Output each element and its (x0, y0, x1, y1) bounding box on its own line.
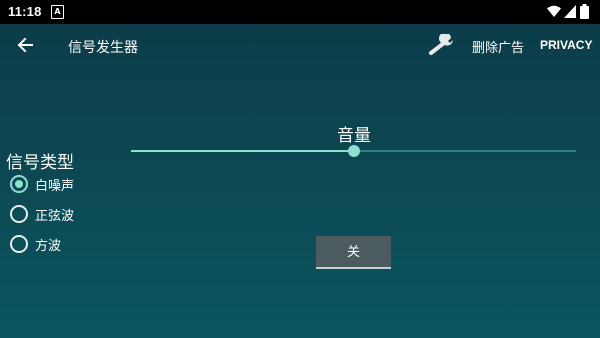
radio-label: 正弦波 (35, 209, 75, 224)
app-bar: 信号发生器 删除广告 PRIVACY (0, 24, 600, 68)
battery-icon (580, 4, 589, 23)
page-title: 信号发生器 (68, 40, 138, 56)
a-box-icon: A (51, 5, 64, 19)
signal-icon (564, 5, 576, 22)
signal-generator-screen: 11:18 A 信号发生器 删除广告 PRIVACY 音量 信号类型 白噪声 正… (0, 0, 600, 338)
signal-type-heading: 信号类型 (6, 153, 74, 173)
off-button[interactable]: 关 (316, 236, 391, 269)
volume-slider-fill (131, 150, 354, 152)
arrow-left-icon[interactable] (16, 36, 34, 58)
radio-selected-dot (15, 180, 23, 188)
status-time: 11:18 (8, 4, 42, 19)
status-bar: 11:18 A (0, 0, 600, 24)
radio-circle[interactable] (10, 235, 28, 253)
radio-circle[interactable] (10, 205, 28, 223)
privacy-button[interactable]: PRIVACY (540, 38, 592, 52)
radio-label: 白噪声 (35, 179, 75, 194)
wrench-icon[interactable] (428, 32, 456, 60)
volume-slider-thumb[interactable] (347, 145, 360, 157)
wifi-icon (547, 5, 561, 22)
radio-circle[interactable] (10, 175, 28, 193)
volume-slider[interactable] (131, 143, 576, 159)
radio-label: 方波 (35, 239, 62, 254)
remove-ads-button[interactable]: 删除广告 (472, 37, 524, 56)
